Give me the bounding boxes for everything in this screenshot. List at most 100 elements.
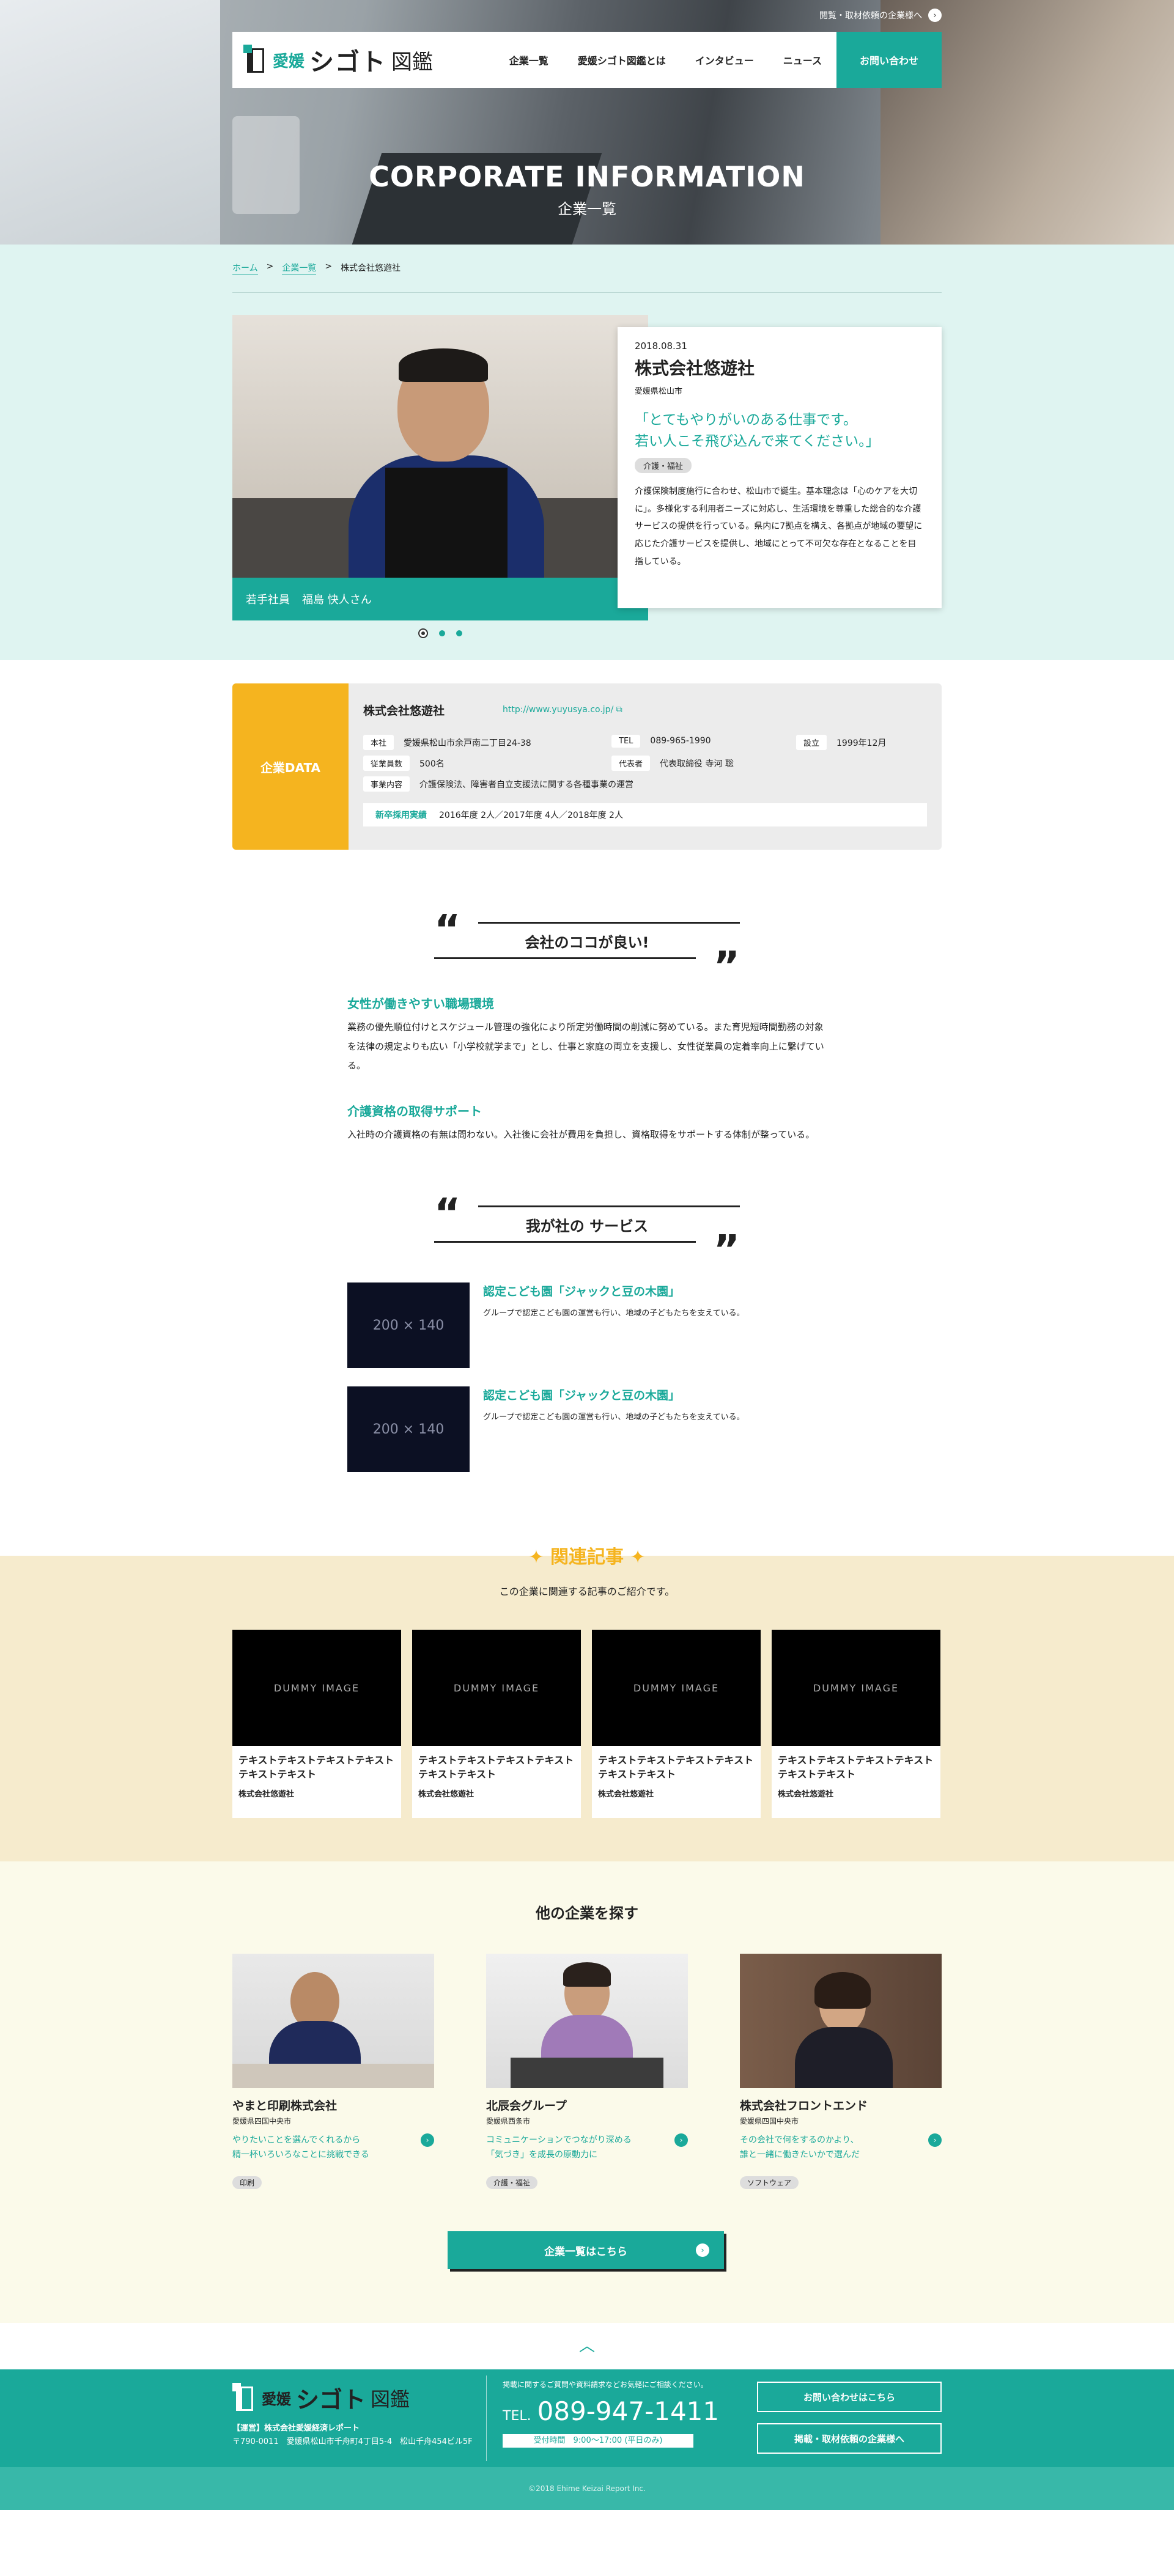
service-title[interactable]: 認定こども園「ジャックと豆の木園」 bbox=[483, 1386, 745, 1403]
logo-shigoto: シゴト bbox=[309, 48, 387, 76]
page-subtitle: 企業一覧 bbox=[558, 201, 616, 218]
company-area: 愛媛県松山市 bbox=[635, 387, 683, 396]
arrow-right-icon: › bbox=[674, 2133, 688, 2147]
footer-divider bbox=[486, 2375, 487, 2461]
slider-dot[interactable] bbox=[439, 630, 445, 636]
caption-name: 福島 快人さん bbox=[302, 594, 372, 606]
data-value: 089-965-1990 bbox=[650, 736, 711, 746]
nav-item-about[interactable]: 愛媛シゴト図鑑とは bbox=[563, 32, 681, 88]
company-list-button-label: 企業一覧はこちら bbox=[544, 2245, 627, 2258]
catch-line: コミュニケーションでつながり深める bbox=[486, 2135, 632, 2145]
logo-zukan: 図鑑 bbox=[391, 50, 434, 75]
slider-dot-active[interactable] bbox=[418, 628, 428, 638]
related-image: DUMMY IMAGE bbox=[772, 1630, 940, 1746]
hiring-key: 新卒採用実績 bbox=[375, 811, 427, 820]
logo-ehime: 愛媛 bbox=[262, 2391, 291, 2408]
related-image: DUMMY IMAGE bbox=[412, 1630, 581, 1746]
breadcrumb-home[interactable]: ホーム bbox=[232, 262, 258, 274]
related-card-title: テキストテキストテキストテキストテキストテキスト bbox=[418, 1754, 574, 1781]
nav-item-interview[interactable]: インタビュー bbox=[681, 32, 769, 88]
footer-advertiser-button[interactable]: 掲載・取材依頼の企業様へ bbox=[757, 2423, 942, 2454]
related-card[interactable]: DUMMY IMAGE テキストテキストテキストテキストテキストテキスト 株式会… bbox=[592, 1630, 761, 1818]
arrow-right-icon: › bbox=[421, 2133, 434, 2147]
footer-contact-button[interactable]: お問い合わせはこちら bbox=[757, 2382, 942, 2412]
company-card[interactable]: やまと印刷株式会社 愛媛県四国中央市 やりたいことを選んでくれるから 精一杯いろい… bbox=[232, 1954, 434, 2189]
related-title: ✦ 関連記事 ✦ bbox=[0, 1542, 1174, 1569]
advertiser-link[interactable]: 閲覧・取材依頼の企業様へ › bbox=[819, 9, 942, 22]
section-title: 我が社の サービス bbox=[525, 1218, 649, 1235]
company-name: 株式会社悠遊社 bbox=[635, 358, 755, 378]
related-list: DUMMY IMAGE テキストテキストテキストテキストテキストテキスト 株式会… bbox=[232, 1630, 940, 1818]
data-row: 代表者 代表取締役 寺河 聡 bbox=[611, 756, 734, 771]
breadcrumb-separator: > bbox=[325, 262, 333, 271]
other-companies-title: 他の企業を探す bbox=[536, 1905, 638, 1922]
industry-tag[interactable]: 印刷 bbox=[232, 2176, 262, 2189]
section-title: 会社のココが良い! bbox=[525, 934, 649, 951]
company-card[interactable]: 株式会社フロントエンド 愛媛県四国中央市 その会社で何をするのかより、 誰と一緒に… bbox=[740, 1954, 942, 2189]
related-card-company: 株式会社悠遊社 bbox=[238, 1790, 295, 1800]
arrow-right-icon: › bbox=[928, 9, 942, 22]
related-card[interactable]: DUMMY IMAGE テキストテキストテキストテキストテキストテキスト 株式会… bbox=[772, 1630, 940, 1818]
services-heading: “ 我が社の サービス ” bbox=[434, 1193, 740, 1270]
site-logo[interactable]: 愛媛 シゴト 図鑑 bbox=[243, 42, 433, 78]
company-card[interactable]: 北辰会グループ 愛媛県西条市 コミュニケーションでつながり深める 「気づき」を成長… bbox=[486, 1954, 688, 2189]
company-card-area: 愛媛県四国中央市 bbox=[740, 2117, 799, 2125]
page-top-chevron-icon[interactable]: ︿ bbox=[577, 2338, 597, 2354]
catch-line: 若い人こそ飛び込んで来てください。」 bbox=[635, 433, 880, 449]
nav-item-companies[interactable]: 企業一覧 bbox=[495, 32, 563, 88]
data-key: 従業員数 bbox=[363, 756, 410, 771]
footer-company-info: 【運営】株式会社愛媛経済レポート 〒790-0011 愛媛県松山市千舟町4丁目5… bbox=[232, 2422, 473, 2449]
industry-tag[interactable]: 介護・福祉 bbox=[486, 2176, 538, 2189]
related-card[interactable]: DUMMY IMAGE テキストテキストテキストテキストテキストテキスト 株式会… bbox=[412, 1630, 581, 1818]
caption-role: 若手社員 bbox=[246, 594, 290, 606]
phone-number: 089-947-1411 bbox=[537, 2396, 720, 2426]
arrow-right-icon: › bbox=[928, 2133, 942, 2147]
company-list-button[interactable]: 企業一覧はこちら › bbox=[448, 2231, 724, 2269]
industry-tag[interactable]: ソフトウェア bbox=[740, 2176, 799, 2189]
external-link-icon: ⧉ bbox=[616, 705, 622, 715]
logo-zukan: 図鑑 bbox=[371, 2387, 410, 2411]
data-key: TEL bbox=[611, 735, 641, 748]
company-card-name: 北辰会グループ bbox=[486, 2099, 567, 2113]
data-value: 500名 bbox=[419, 759, 445, 769]
data-row: 従業員数 500名 bbox=[363, 756, 445, 771]
related-card-title: テキストテキストテキストテキストテキストテキスト bbox=[238, 1754, 394, 1781]
page-bottom bbox=[0, 2510, 1174, 2576]
nav-item-news[interactable]: ニュース bbox=[769, 32, 836, 88]
footer-logo[interactable]: 愛媛 シゴト 図鑑 bbox=[232, 2381, 410, 2415]
related-card[interactable]: DUMMY IMAGE テキストテキストテキストテキストテキストテキスト 株式会… bbox=[232, 1630, 401, 1818]
slider-dot[interactable] bbox=[456, 630, 462, 636]
industry-tag[interactable]: 介護・福祉 bbox=[635, 458, 692, 473]
catch-line: 精一杯いろいろなことに挑戦できる bbox=[232, 2149, 369, 2160]
corporate-data: 企業DATA 株式会社悠遊社 http://www.yuyusya.co.jp/… bbox=[232, 683, 942, 850]
sparkle-icon: ✦ bbox=[630, 1547, 646, 1568]
related-card-company: 株式会社悠遊社 bbox=[418, 1790, 474, 1800]
data-key: 代表者 bbox=[611, 756, 651, 771]
good-point-body: 業務の優先順位付けとスケジュール管理の強化により所定労働時間の削減に努めている。… bbox=[347, 1021, 824, 1071]
breadcrumb: ホーム > 企業一覧 > 株式会社悠遊社 bbox=[232, 262, 401, 274]
data-row: 設立 1999年12月 bbox=[796, 735, 886, 750]
company-card-area: 愛媛県西条市 bbox=[486, 2117, 531, 2125]
nav-contact-button[interactable]: お問い合わせ bbox=[836, 32, 942, 88]
nav-menu: 企業一覧 愛媛シゴト図鑑とは インタビュー ニュース お問い合わせ bbox=[495, 32, 942, 88]
footer-phone[interactable]: TEL. 089-947-1411 bbox=[503, 2396, 719, 2426]
related-card-company: 株式会社悠遊社 bbox=[598, 1790, 654, 1800]
company-photo bbox=[486, 1954, 688, 2088]
catch-line: やりたいことを選んでくれるから bbox=[232, 2135, 361, 2145]
related-image: DUMMY IMAGE bbox=[232, 1630, 401, 1746]
footer-note: 掲載に関するご質問や資料請求などお気軽にご相談ください。 bbox=[503, 2380, 708, 2389]
related-card-company: 株式会社悠遊社 bbox=[778, 1790, 834, 1800]
good-point-item: 介護資格の取得サポート 入社時の介護資格の有無は問わない。入社後に会社が費用を負… bbox=[347, 1102, 830, 1145]
data-value: 代表取締役 寺河 聡 bbox=[660, 759, 734, 769]
data-row: 事業内容 介護保険法、障害者自立支援法に関する各種事業の運営 bbox=[363, 776, 633, 792]
service-item: 200 × 140 認定こども園「ジャックと豆の木園」 グループで認定こども園の… bbox=[347, 1282, 830, 1368]
service-title[interactable]: 認定こども園「ジャックと豆の木園」 bbox=[483, 1282, 745, 1299]
company-url-link[interactable]: http://www.yuyusya.co.jp/ ⧉ bbox=[503, 705, 622, 715]
company-card-catch: やりたいことを選んでくれるから 精一杯いろいろなことに挑戦できる › bbox=[232, 2133, 434, 2163]
related-title-text: 関連記事 bbox=[550, 1547, 624, 1568]
company-card-area: 愛媛県四国中央市 bbox=[232, 2117, 292, 2125]
profile-card: 2018.08.31 株式会社悠遊社 愛媛県松山市 「とてもやりがいのある仕事で… bbox=[618, 327, 942, 608]
footer-hours: 受付時間 9:00〜17:00 (平日のみ) bbox=[503, 2434, 693, 2448]
breadcrumb-list[interactable]: 企業一覧 bbox=[282, 262, 317, 274]
data-value: 介護保険法、障害者自立支援法に関する各種事業の運営 bbox=[419, 780, 634, 790]
